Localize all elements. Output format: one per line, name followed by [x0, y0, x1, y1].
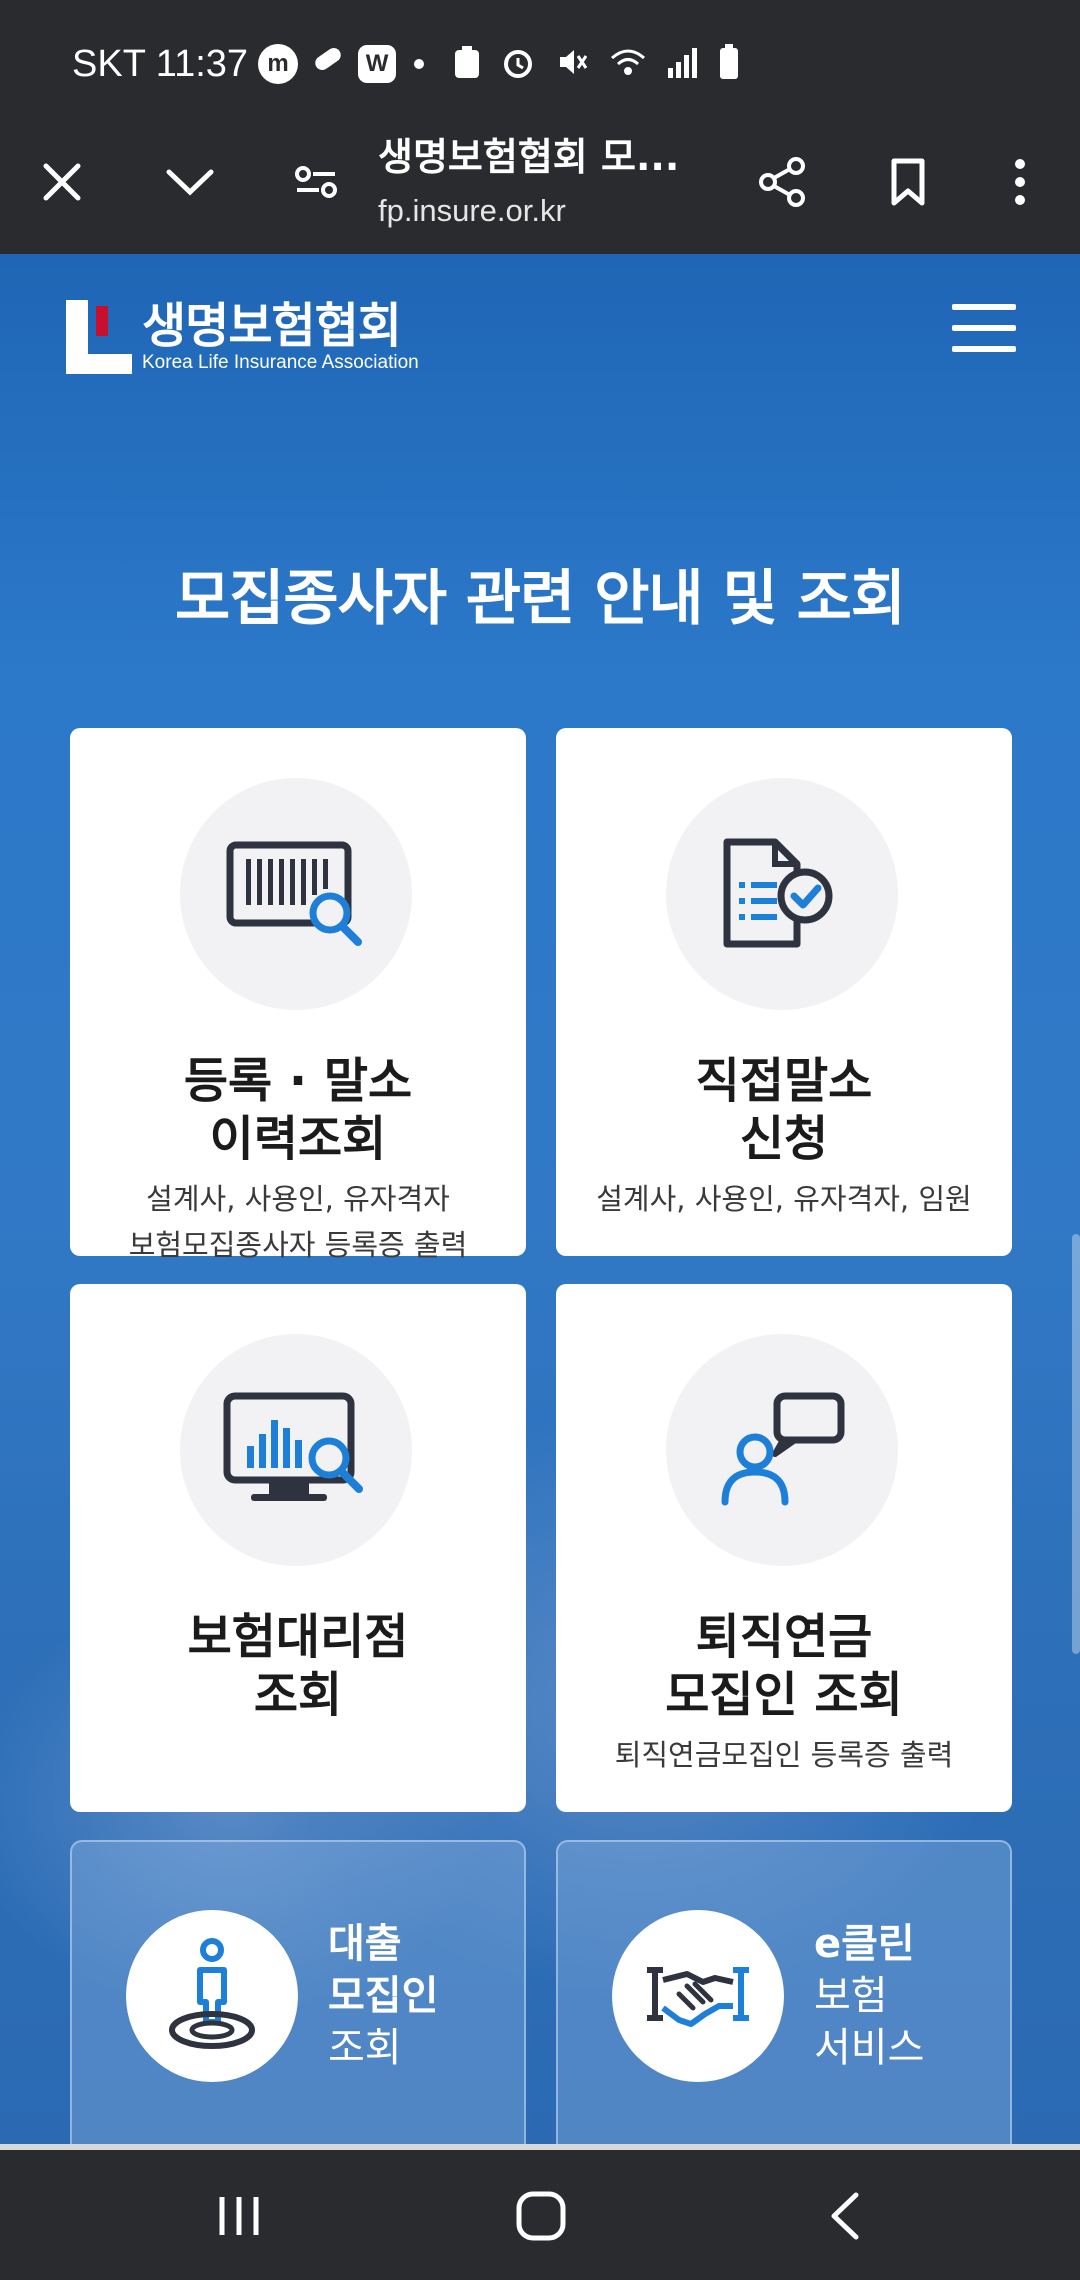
- minimize-button[interactable]: [154, 146, 226, 218]
- web-page: 생명보험협회 Korea Life Insurance Association …: [0, 254, 1080, 2144]
- card-title-line: 직접말소: [695, 1053, 873, 1109]
- mute-icon: [554, 44, 590, 84]
- close-tab-button[interactable]: [26, 146, 98, 218]
- more-notifications-dot: [414, 59, 425, 69]
- card-icon-circle: [666, 1334, 898, 1566]
- card-subtitle: 설계사, 사용인, 유자격자 보험모집종사자 등록증 출력: [70, 1176, 526, 1268]
- site-settings-button[interactable]: [280, 146, 352, 218]
- address-area[interactable]: 생명보험협회 모... fp.insure.or.kr: [378, 126, 718, 229]
- close-icon: [43, 163, 81, 201]
- signal-icon: [666, 44, 700, 84]
- menu-line: [952, 304, 1016, 310]
- bookmark-button[interactable]: [872, 146, 944, 218]
- menu-line: [952, 325, 1016, 331]
- barcode-search-icon: [226, 841, 362, 946]
- more-options-button[interactable]: [984, 146, 1056, 218]
- mini-card-icon-circle: [612, 1910, 784, 2082]
- person-location-icon: [169, 1938, 255, 2049]
- recent-apps-icon: [219, 2197, 259, 2235]
- card-subtitle-line: 설계사, 사용인, 유자격자: [146, 1182, 450, 1216]
- mini-card-label-line: 대출: [328, 1921, 402, 1967]
- card-title: 등록 · 말소 이력조회: [70, 1052, 526, 1168]
- card-title-line: 등록 · 말소: [183, 1053, 413, 1109]
- mini-card-icon-circle: [126, 1910, 298, 2082]
- mini-card-label-line: 보험: [814, 1973, 888, 2019]
- share-icon: [759, 157, 805, 207]
- mini-card-label: e클린 보험 서비스: [814, 1918, 924, 2074]
- home-button[interactable]: [496, 2176, 586, 2256]
- status-bar: SKT 11:37 m W: [0, 0, 1080, 110]
- alarm-icon: [500, 44, 536, 84]
- tune-icon: [295, 166, 337, 198]
- card-subtitle: 퇴직연금모집인 등록증 출력: [556, 1732, 1012, 1778]
- card-title: 직접말소 신청: [556, 1052, 1012, 1168]
- status-right: [452, 44, 740, 84]
- browser-toolbar: 생명보험협회 모... fp.insure.or.kr: [0, 110, 1080, 254]
- card-title-line: 이력조회: [209, 1111, 387, 1167]
- w-app-icon: W: [358, 45, 397, 83]
- logo-mark-icon: [66, 300, 132, 374]
- card-icon-circle: [180, 778, 412, 1010]
- pill-icon: [308, 39, 348, 89]
- more-vert-icon: [1015, 159, 1025, 205]
- mini-card-label-line: 모집인: [328, 1973, 439, 2019]
- card-icon-circle: [666, 778, 898, 1010]
- card-title-line: 조회: [253, 1667, 343, 1723]
- section-title-bold: 관련 안내 및 조회: [465, 564, 906, 634]
- card-title-line: 보험대리점: [187, 1609, 409, 1665]
- bookmark-icon: [891, 158, 925, 206]
- monitor-chart-search-icon: [223, 1392, 363, 1501]
- hamburger-menu-button[interactable]: [952, 304, 1016, 360]
- wifi-icon: [608, 44, 648, 84]
- system-navigation-bar: [0, 2150, 1080, 2280]
- mini-card-loan-recruiter[interactable]: 대출 모집인 조회: [70, 1840, 526, 2144]
- card-title-line: 퇴직연금: [695, 1609, 873, 1665]
- handshake-icon: [647, 1967, 749, 2027]
- card-title: 퇴직연금 모집인 조회: [556, 1608, 1012, 1724]
- site-logo[interactable]: 생명보험협회 Korea Life Insurance Association: [66, 300, 419, 384]
- section-title-light: 모집종사자: [175, 564, 466, 634]
- status-left: SKT 11:37 m W: [72, 36, 425, 92]
- card-subtitle: 설계사, 사용인, 유자격자, 임원: [556, 1176, 1012, 1222]
- page-url: fp.insure.or.kr: [378, 193, 566, 228]
- card-title-line: 모집인 조회: [665, 1667, 903, 1723]
- mini-card-label-line: e클린: [814, 1921, 915, 1967]
- card-subtitle-line: 퇴직연금모집인 등록증 출력: [614, 1738, 954, 1772]
- card-title-line: 신청: [739, 1111, 829, 1167]
- mini-card-eclean-service[interactable]: e클린 보험 서비스: [556, 1840, 1012, 2144]
- back-button[interactable]: [800, 2176, 890, 2256]
- logo-korean: 생명보험협회: [142, 298, 402, 354]
- carrier-time: SKT 11:37: [72, 42, 249, 85]
- chevron-down-icon: [166, 169, 214, 196]
- mini-card-label-line: 서비스: [814, 2025, 925, 2071]
- card-title: 보험대리점 조회: [70, 1608, 526, 1724]
- share-button[interactable]: [746, 146, 818, 218]
- battery-icon: [718, 43, 740, 85]
- card-agency-lookup[interactable]: 보험대리점 조회: [70, 1284, 526, 1812]
- home-icon: [516, 2191, 566, 2241]
- logo-english: Korea Life Insurance Association: [142, 352, 419, 373]
- card-registration-history[interactable]: 등록 · 말소 이력조회 설계사, 사용인, 유자격자 보험모집종사자 등록증 …: [70, 728, 526, 1262]
- scrollbar[interactable]: [1072, 1234, 1080, 1654]
- recent-apps-button[interactable]: [194, 2176, 284, 2256]
- m-app-icon: m: [258, 44, 299, 84]
- logo-text: 생명보험협회 Korea Life Insurance Association: [142, 300, 419, 374]
- mini-card-label: 대출 모집인 조회: [328, 1918, 438, 2074]
- card-subtitle-line: 보험모집종사자 등록증 출력: [128, 1228, 468, 1262]
- document-check-icon: [723, 838, 833, 948]
- menu-line: [952, 346, 1016, 352]
- card-direct-cancellation[interactable]: 직접말소 신청 설계사, 사용인, 유자격자, 임원: [556, 728, 1012, 1256]
- card-pension-recruiter-lookup[interactable]: 퇴직연금 모집인 조회 퇴직연금모집인 등록증 출력: [556, 1284, 1012, 1812]
- section-title: 모집종사자 관련 안내 및 조회: [0, 550, 1080, 637]
- mini-card-label-line: 조회: [328, 2025, 402, 2071]
- page-title: 생명보험협회 모...: [378, 135, 680, 179]
- back-icon: [831, 2192, 859, 2240]
- recycle-icon: [452, 44, 482, 84]
- person-chat-icon: [721, 1392, 845, 1506]
- card-icon-circle: [180, 1334, 412, 1566]
- card-subtitle-line: 설계사, 사용인, 유자격자, 임원: [596, 1182, 972, 1216]
